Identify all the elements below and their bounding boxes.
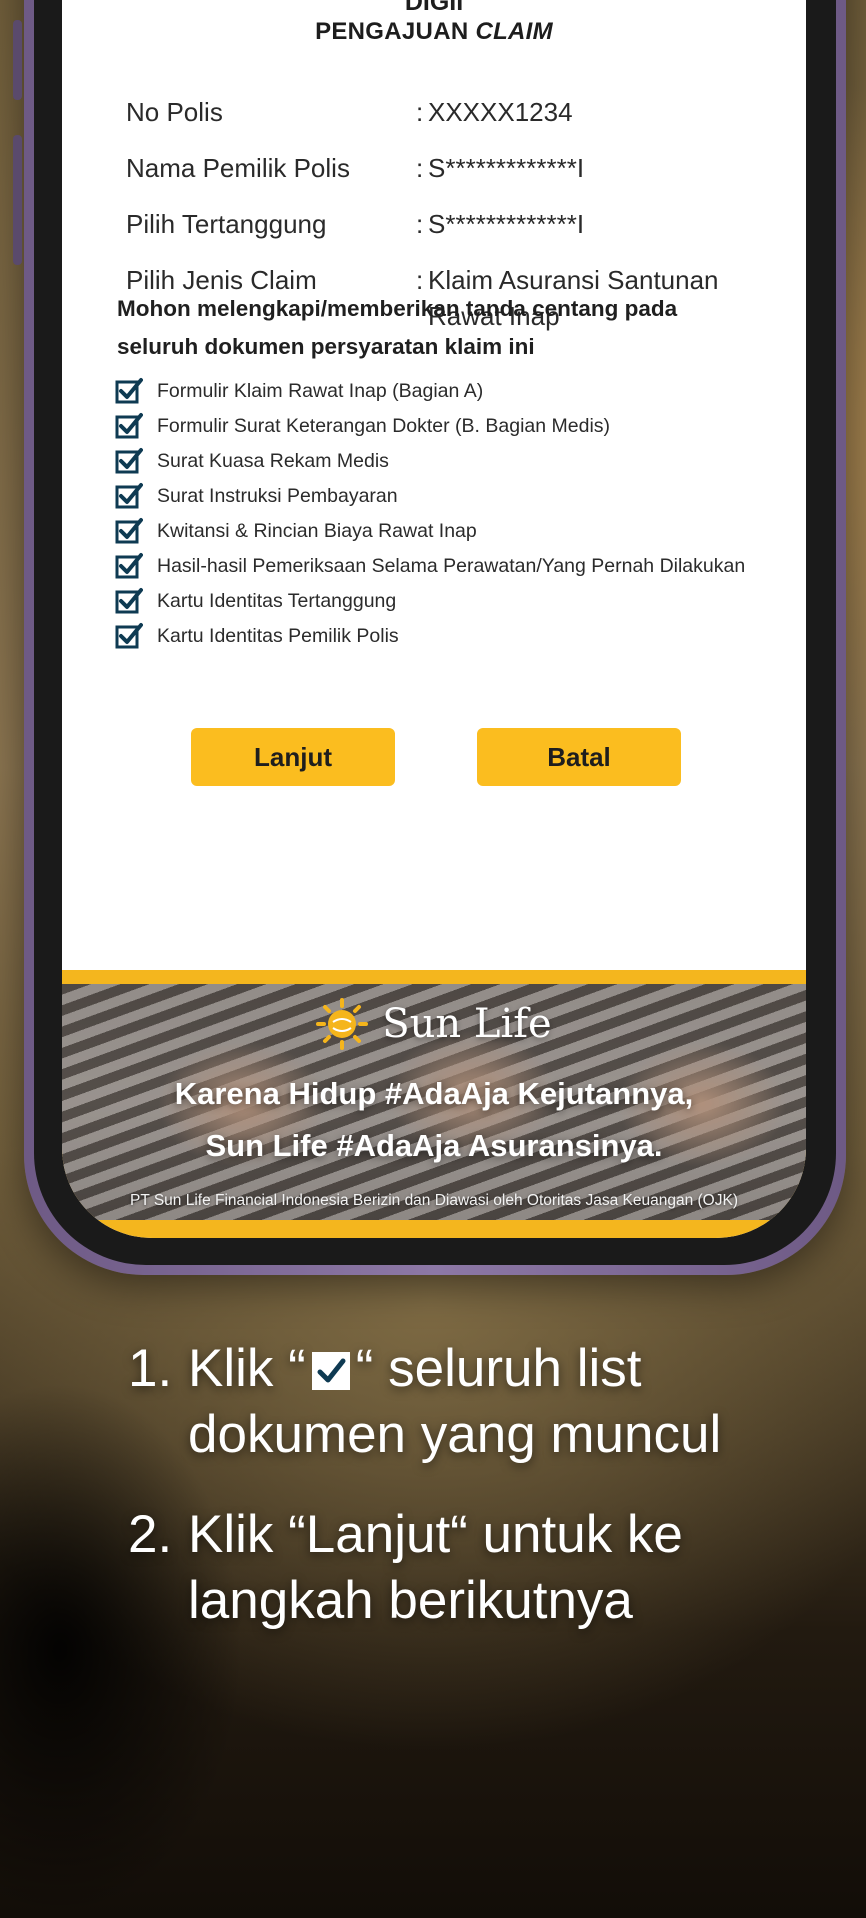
tagline-line-1: Karena Hidup #AdaAja Kejutannya, xyxy=(174,1076,694,1111)
cancel-button[interactable]: Batal xyxy=(477,728,681,786)
info-label: No Polis xyxy=(126,97,223,127)
info-row-policy-number: No Polis : XXXXX1234 xyxy=(126,94,766,130)
checklist-item-label: Surat Kuasa Rekam Medis xyxy=(157,450,389,472)
checklist-item[interactable]: Hasil-hasil Pemeriksaan Selama Perawatan… xyxy=(115,549,797,584)
phone-screen: DIGII PENGAJUAN CLAIM No Polis : XXXXX12… xyxy=(62,0,806,1238)
checklist-item-label: Kartu Identitas Tertanggung xyxy=(157,590,397,612)
info-value: S*************I xyxy=(428,209,585,239)
checklist-item[interactable]: Surat Kuasa Rekam Medis xyxy=(115,444,797,479)
banner-tagline: Karena Hidup #AdaAja Kejutannya, Sun Lif… xyxy=(62,1068,806,1172)
checkbox-checked-icon[interactable] xyxy=(115,517,143,544)
info-label: Nama Pemilik Polis xyxy=(126,153,350,183)
checkbox-checked-icon[interactable] xyxy=(115,412,143,439)
checklist-item-label: Hasil-hasil Pemeriksaan Selama Perawatan… xyxy=(157,555,746,577)
step-text-before: Klik “ xyxy=(188,1339,306,1398)
step-number: 2. xyxy=(128,1505,173,1564)
page-title: PENGAJUAN CLAIM xyxy=(62,18,806,46)
checkbox-checked-icon[interactable] xyxy=(115,447,143,474)
brand-name: Sun Life xyxy=(382,1001,552,1047)
info-colon: : xyxy=(416,209,424,239)
tutorial-step-2: 2. Klik “Lanjut“ untuk ke langkah beriku… xyxy=(128,1502,848,1634)
tutorial-step-1: 1. Klik ““ seluruh list dokumen yang mun… xyxy=(128,1336,848,1468)
brand-logo: Sun Life xyxy=(62,998,806,1050)
step-text: Klik ““ seluruh list dokumen yang muncul xyxy=(188,1336,848,1468)
checklist-item[interactable]: Formulir Klaim Rawat Inap (Bagian A) xyxy=(115,374,797,409)
next-button[interactable]: Lanjut xyxy=(191,728,395,786)
checkbox-checked-icon xyxy=(311,1352,350,1390)
info-row-policy-owner: Nama Pemilik Polis : S*************I xyxy=(126,150,766,186)
info-colon: : xyxy=(416,97,424,127)
checklist-item-label: Formulir Surat Keterangan Dokter (B. Bag… xyxy=(157,415,611,437)
info-row-insured: Pilih Tertanggung : S*************I xyxy=(126,206,766,242)
checklist-item-label: Kartu Identitas Pemilik Polis xyxy=(157,625,399,647)
tutorial-steps: 1. Klik ““ seluruh list dokumen yang mun… xyxy=(128,1336,848,1668)
sun-life-logo-icon xyxy=(316,998,369,1050)
banner-photo: Sun Life Karena Hidup #AdaAja Kejutannya… xyxy=(62,984,806,1220)
info-label: Pilih Tertanggung xyxy=(126,209,327,239)
step-text: Klik “Lanjut“ untuk ke langkah berikutny… xyxy=(188,1505,683,1630)
info-value: XXXXX1234 xyxy=(428,97,573,127)
info-value: S*************I xyxy=(428,153,585,183)
checkbox-checked-icon[interactable] xyxy=(115,587,143,614)
checklist-item[interactable]: Kartu Identitas Pemilik Polis xyxy=(115,619,797,654)
promo-banner: Sun Life Karena Hidup #AdaAja Kejutannya… xyxy=(62,970,806,1238)
page-title-prefix: PENGAJUAN xyxy=(315,18,469,45)
checklist-item-label: Kwitansi & Rincian Biaya Rawat Inap xyxy=(157,520,477,542)
checklist-item[interactable]: Surat Instruksi Pembayaran xyxy=(115,479,797,514)
checklist-item[interactable]: Formulir Surat Keterangan Dokter (B. Bag… xyxy=(115,409,797,444)
checklist-item[interactable]: Kartu Identitas Tertanggung xyxy=(115,584,797,619)
checklist-item-label: Surat Instruksi Pembayaran xyxy=(157,485,398,507)
checklist-instruction: Mohon melengkapi/memberikan tanda centan… xyxy=(117,296,678,359)
info-colon: : xyxy=(416,153,424,183)
app-header-cut: DIGII xyxy=(404,0,464,16)
banner-disclaimer: PT Sun Life Financial Indonesia Berizin … xyxy=(130,1192,738,1209)
checkbox-checked-icon[interactable] xyxy=(115,552,143,579)
checkbox-checked-icon[interactable] xyxy=(115,622,143,649)
checkbox-checked-icon[interactable] xyxy=(115,482,143,509)
document-checklist: Formulir Klaim Rawat Inap (Bagian A) For… xyxy=(115,374,797,654)
phone-side-button xyxy=(13,135,22,265)
checklist-item-label: Formulir Klaim Rawat Inap (Bagian A) xyxy=(157,380,484,402)
checklist-item[interactable]: Kwitansi & Rincian Biaya Rawat Inap xyxy=(115,514,797,549)
checkbox-checked-icon[interactable] xyxy=(115,377,143,404)
step-number: 1. xyxy=(128,1339,173,1398)
phone-side-button xyxy=(13,20,22,100)
claim-form: DIGII PENGAJUAN CLAIM No Polis : XXXXX12… xyxy=(62,0,806,970)
tagline-line-2: Sun Life #AdaAja Asuransinya. xyxy=(205,1128,663,1163)
page-title-italic: CLAIM xyxy=(475,18,553,45)
